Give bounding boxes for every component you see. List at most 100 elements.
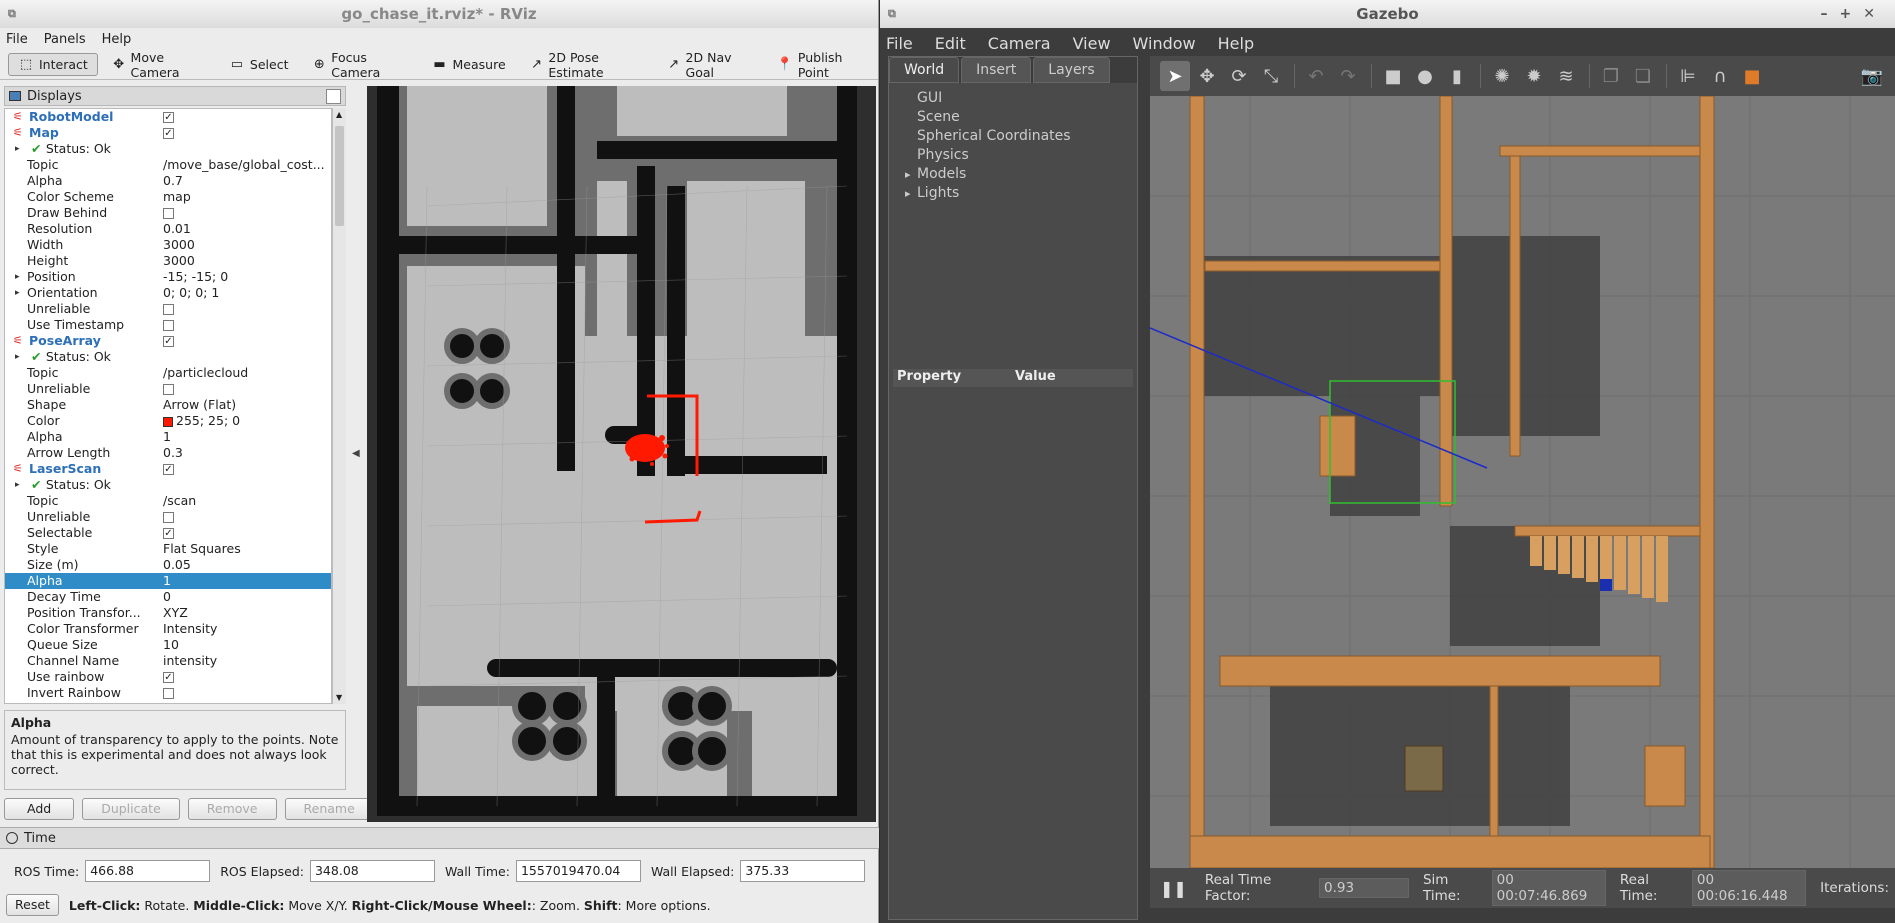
display-posearray[interactable]: ⚟ PoseArray ✓: [5, 333, 331, 349]
collapse-panel-arrow-icon[interactable]: ◀: [352, 448, 360, 459]
sphere-shape-icon[interactable]: ●: [1410, 61, 1440, 91]
property-value[interactable]: /scan: [163, 493, 196, 508]
property-row[interactable]: Min Color 0; 0; 0: [5, 701, 331, 703]
expand-arrow-icon[interactable]: ▸: [15, 285, 20, 301]
cylinder-shape-icon[interactable]: ▮: [1442, 61, 1472, 91]
rviz-window-menu-icon[interactable]: ⧉: [8, 0, 16, 28]
property-row[interactable]: Unreliable: [5, 509, 331, 525]
world-tree-spherical-coordinates[interactable]: Spherical Coordinates: [917, 127, 1137, 146]
gz-menu-file[interactable]: File: [886, 34, 913, 53]
expand-arrow-icon[interactable]: ▸: [15, 141, 20, 157]
checkbox[interactable]: [163, 208, 174, 219]
checkbox[interactable]: [163, 304, 174, 315]
tool-2d-nav-goal[interactable]: ↗ 2D Nav Goal: [657, 46, 763, 84]
property-value[interactable]: 1: [163, 573, 171, 588]
checkbox[interactable]: ✓: [163, 464, 174, 475]
property-value[interactable]: intensity: [163, 653, 217, 668]
checkbox[interactable]: ✓: [163, 528, 174, 539]
tool-2d-pose-estimate[interactable]: ↗ 2D Pose Estimate: [520, 46, 653, 84]
property-row[interactable]: Color 255; 25; 0: [5, 413, 331, 429]
rviz-3d-view[interactable]: [367, 86, 876, 822]
property-row[interactable]: Size (m) 0.05: [5, 557, 331, 573]
property-row[interactable]: Arrow Length 0.3: [5, 445, 331, 461]
spot-light-icon[interactable]: ✹: [1519, 61, 1549, 91]
world-tree-models[interactable]: Models: [905, 165, 1137, 184]
tool-interact[interactable]: ⬚ Interact: [8, 53, 98, 76]
translate-mode-icon[interactable]: ✥: [1192, 61, 1222, 91]
property-row[interactable]: Topic/particlecloud: [5, 365, 331, 381]
property-row[interactable]: Queue Size 10: [5, 637, 331, 653]
ros-elapsed-field[interactable]: 348.08: [309, 860, 435, 882]
expand-arrow-icon[interactable]: ▸: [15, 349, 20, 365]
display-map[interactable]: ⚟ Map ✓: [5, 125, 331, 141]
expand-arrow-icon[interactable]: ▸: [15, 269, 20, 285]
property-row[interactable]: Color Transformer Intensity: [5, 621, 331, 637]
align-icon[interactable]: ⊫: [1673, 61, 1703, 91]
property-row[interactable]: Shape Arrow (Flat): [5, 397, 331, 413]
displays-float-button[interactable]: [326, 89, 341, 104]
property-value[interactable]: 0.01: [163, 221, 191, 236]
property-value[interactable]: Intensity: [163, 621, 217, 636]
checkbox[interactable]: [163, 320, 174, 331]
property-row[interactable]: Channel Name intensity: [5, 653, 331, 669]
property-row[interactable]: Style Flat Squares: [5, 541, 331, 557]
color-swatch[interactable]: [163, 416, 173, 427]
checkbox[interactable]: [163, 512, 174, 523]
paste-icon[interactable]: ❏: [1628, 61, 1658, 91]
select-mode-icon[interactable]: ➤: [1160, 61, 1190, 91]
property-row[interactable]: Decay Time 0: [5, 589, 331, 605]
property-value[interactable]: 0.3: [163, 445, 183, 460]
gz-menu-window[interactable]: Window: [1133, 34, 1196, 53]
property-value[interactable]: 0: [163, 589, 171, 604]
property-row[interactable]: Height 3000: [5, 253, 331, 269]
wall-time-field[interactable]: 1557019470.04: [515, 860, 641, 882]
property-row[interactable]: Alpha 0.7: [5, 173, 331, 189]
property-row[interactable]: ▸ ✔ Status: Ok: [5, 141, 331, 157]
tab-insert[interactable]: Insert: [961, 57, 1032, 83]
tab-layers[interactable]: Layers: [1033, 57, 1110, 83]
screenshot-icon[interactable]: 📷: [1857, 61, 1887, 91]
property-value[interactable]: /move_base/global_cost...: [163, 157, 325, 172]
property-value[interactable]: 3000: [163, 253, 195, 268]
menu-panels[interactable]: Panels: [44, 32, 86, 47]
property-value[interactable]: 0.05: [163, 557, 191, 572]
property-value[interactable]: Flat Squares: [163, 541, 241, 556]
gz-menu-camera[interactable]: Camera: [988, 34, 1051, 53]
world-tree-lights[interactable]: Lights: [905, 184, 1137, 203]
wall-elapsed-field[interactable]: 375.33: [740, 860, 866, 882]
property-row[interactable]: Invert Rainbow: [5, 685, 331, 701]
property-value[interactable]: 255; 25; 0: [176, 413, 240, 428]
property-row[interactable]: Resolution 0.01: [5, 221, 331, 237]
view-angle-icon[interactable]: ■: [1737, 61, 1767, 91]
tool-focus-camera[interactable]: ⊕ Focus Camera: [302, 46, 417, 84]
property-row[interactable]: Unreliable: [5, 381, 331, 397]
reset-button[interactable]: Reset: [6, 894, 59, 916]
point-light-icon[interactable]: ✺: [1487, 61, 1517, 91]
gz-menu-help[interactable]: Help: [1218, 34, 1254, 53]
property-value[interactable]: 0; 0; 0; 1: [163, 285, 219, 300]
expand-arrow-icon[interactable]: ▸: [15, 477, 20, 493]
rotate-mode-icon[interactable]: ⟳: [1224, 61, 1254, 91]
window-controls[interactable]: –+✕: [1821, 0, 1887, 28]
property-row[interactable]: Topic/scan: [5, 493, 331, 509]
property-value[interactable]: 1: [163, 429, 171, 444]
property-value[interactable]: XYZ: [163, 605, 188, 620]
tool-measure[interactable]: ▬ Measure: [422, 53, 516, 76]
copy-icon[interactable]: ❐: [1596, 61, 1626, 91]
displays-scrollbar[interactable]: ▲ ▼: [332, 108, 346, 704]
scrollbar-thumb[interactable]: [335, 126, 344, 226]
displays-tree[interactable]: ⚟ RobotModel ✓ ⚟ Map ✓ ▸ ✔ Status: Ok Topic/move…: [4, 108, 332, 704]
property-row[interactable]: Unreliable: [5, 301, 331, 317]
property-value[interactable]: /particlecloud: [163, 365, 248, 380]
property-row[interactable]: Topic/move_base/global_cost...: [5, 157, 331, 173]
property-value[interactable]: 0; 0; 0: [163, 701, 203, 703]
add-button[interactable]: Add: [4, 798, 75, 820]
property-value[interactable]: Arrow (Flat): [163, 397, 236, 412]
tab-world[interactable]: World: [889, 57, 960, 83]
property-row[interactable]: Alpha 1: [5, 429, 331, 445]
scroll-down-arrow-icon[interactable]: ▼: [336, 693, 342, 702]
box-shape-icon[interactable]: ■: [1378, 61, 1408, 91]
tool-publish-point[interactable]: 📍 Publish Point: [767, 46, 874, 84]
menu-help[interactable]: Help: [102, 32, 132, 47]
property-row[interactable]: ▸ Orientation 0; 0; 0; 1: [5, 285, 331, 301]
